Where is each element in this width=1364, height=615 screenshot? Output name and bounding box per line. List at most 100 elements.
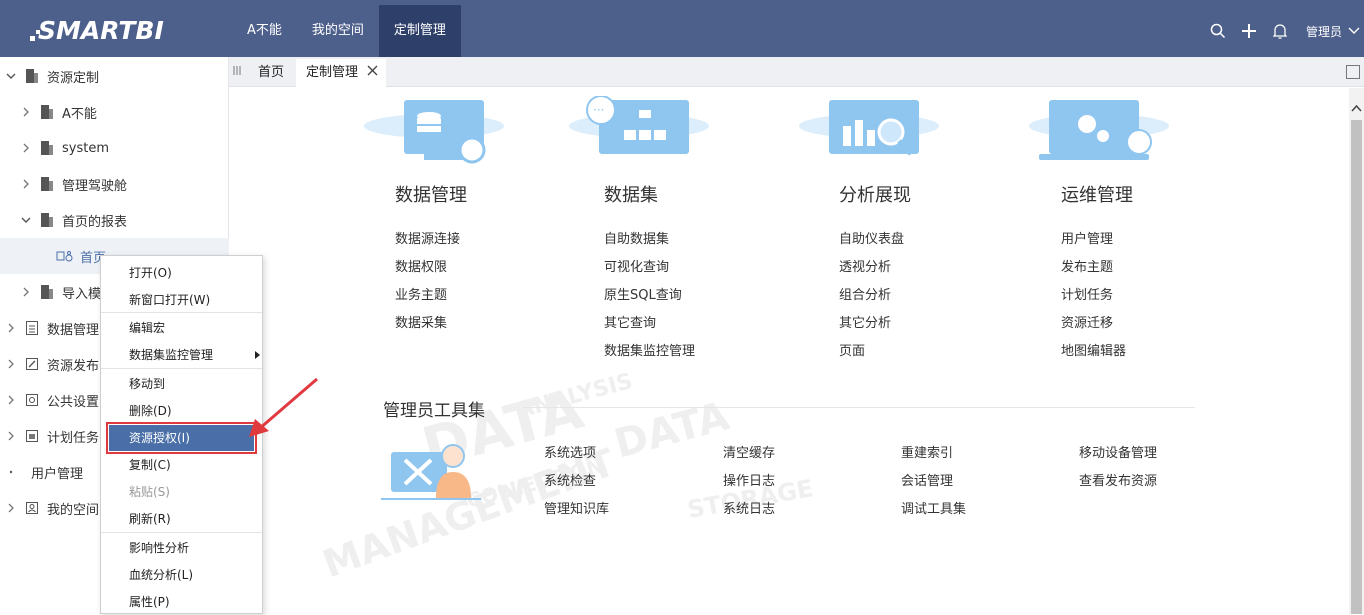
chevron-right-icon[interactable]: [4, 395, 18, 405]
tab-custom-management[interactable]: 定制管理: [296, 59, 387, 87]
chevron-right-icon[interactable]: [4, 323, 18, 333]
user-name: 管理员: [1305, 24, 1342, 39]
menu-item-open[interactable]: 打开(O): [101, 260, 262, 286]
tool-system-options[interactable]: 系统选项: [544, 442, 596, 461]
search-icon[interactable]: [1203, 23, 1234, 39]
link-self-service-dashboard[interactable]: 自助仪表盘: [839, 228, 904, 247]
tool-operation-log[interactable]: 操作日志: [723, 470, 775, 489]
link-user-management[interactable]: 用户管理: [1061, 228, 1113, 247]
menu-item-dataset-monitoring[interactable]: 数据集监控管理: [101, 342, 262, 368]
tree-item-system[interactable]: system: [0, 130, 229, 166]
add-icon[interactable]: [1234, 23, 1265, 39]
link-business-topic[interactable]: 业务主题: [395, 284, 447, 303]
tree-item-label: 首页的报表: [62, 214, 128, 230]
tree-item-home-reports[interactable]: 首页的报表: [0, 202, 229, 238]
maximize-icon[interactable]: [1346, 65, 1360, 79]
menu-separator: [101, 532, 262, 533]
chevron-right-icon[interactable]: [19, 143, 33, 153]
link-pivot-analysis[interactable]: 透视分析: [839, 256, 891, 275]
link-combined-analysis[interactable]: 组合分析: [839, 284, 891, 303]
chevron-right-icon[interactable]: [4, 503, 18, 513]
module-title-data-management: 数据管理: [395, 185, 467, 206]
chevron-down-icon[interactable]: [19, 216, 33, 224]
tree-item-label: 资源发布: [47, 358, 100, 374]
tool-debug-toolset[interactable]: 调试工具集: [901, 498, 966, 517]
nav-item-my-space[interactable]: 我的空间: [297, 5, 379, 57]
section-divider: [523, 407, 1195, 408]
tree-item-a-buneng[interactable]: A不能: [0, 94, 229, 130]
database-folder-icon: [26, 320, 40, 336]
calendar-icon: [26, 428, 40, 444]
tree-item-label: 数据管理: [47, 322, 100, 338]
tool-system-check[interactable]: 系统检查: [544, 470, 596, 489]
menu-item-properties[interactable]: 属性(P): [101, 589, 262, 615]
bell-icon[interactable]: [1265, 23, 1296, 39]
menu-item-edit-macro[interactable]: 编辑宏: [101, 315, 262, 341]
svg-text:SMARTBI: SMARTBI: [38, 16, 164, 45]
link-data-permission[interactable]: 数据权限: [395, 256, 447, 275]
nav-item-custom-management[interactable]: 定制管理: [378, 5, 461, 57]
tree-item-label: 导入模: [62, 286, 102, 302]
close-icon[interactable]: [367, 59, 378, 87]
menu-separator: [101, 312, 262, 313]
link-resource-migration[interactable]: 资源迁移: [1061, 312, 1113, 331]
tool-view-published-resources[interactable]: 查看发布资源: [1079, 470, 1157, 489]
link-data-collection[interactable]: 数据采集: [395, 312, 447, 331]
link-datasource-connection[interactable]: 数据源连接: [395, 228, 460, 247]
scroll-up-icon[interactable]: [1349, 102, 1364, 116]
link-scheduled-tasks[interactable]: 计划任务: [1061, 284, 1113, 303]
folder-icon: [41, 212, 55, 228]
menu-item-open-new-window[interactable]: 新窗口打开(W): [101, 287, 262, 313]
scrollbar-thumb[interactable]: [1351, 120, 1362, 614]
link-page[interactable]: 页面: [839, 340, 865, 359]
link-native-sql-query[interactable]: 原生SQL查询: [604, 284, 682, 303]
chevron-down-icon[interactable]: [4, 72, 18, 80]
link-self-service-dataset[interactable]: 自助数据集: [604, 228, 669, 247]
module-title-analysis: 分析展现: [839, 185, 911, 206]
link-other-analysis[interactable]: 其它分析: [839, 312, 891, 331]
vertical-scrollbar[interactable]: [1349, 88, 1364, 614]
tool-mobile-device-management[interactable]: 移动设备管理: [1079, 442, 1157, 461]
smartbi-logo[interactable]: SMARTBI: [30, 10, 180, 46]
menu-item-copy[interactable]: 复制(C): [101, 452, 262, 478]
menu-item-lineage-analysis[interactable]: 血统分析(L): [101, 562, 262, 588]
tab-list-icon[interactable]: [233, 65, 241, 77]
link-publish-topic[interactable]: 发布主题: [1061, 256, 1113, 275]
link-visual-query[interactable]: 可视化查询: [604, 256, 669, 275]
link-map-editor[interactable]: 地图编辑器: [1061, 340, 1126, 359]
module-title-dataset: 数据集: [604, 185, 658, 206]
nav-item-a-buneng[interactable]: A不能: [232, 5, 297, 57]
tool-clear-cache[interactable]: 清空缓存: [723, 442, 775, 461]
tool-system-log[interactable]: 系统日志: [723, 498, 775, 517]
menu-item-move-to[interactable]: 移动到: [101, 371, 262, 397]
menu-item-label: 数据集监控管理: [129, 348, 214, 362]
svg-text:DATA: DATA: [610, 393, 734, 468]
svg-text:···: ···: [593, 103, 604, 117]
link-other-query[interactable]: 其它查询: [604, 312, 656, 331]
tool-session-management[interactable]: 会话管理: [901, 470, 953, 489]
custom-management-panel: DATA MANAGEMENT ANALYSIS DATA STORAGE CO…: [229, 88, 1349, 614]
chevron-right-icon[interactable]: [19, 287, 33, 297]
tab-home[interactable]: 首页: [248, 59, 294, 87]
bullet-icon: [4, 469, 18, 475]
chevron-right-icon[interactable]: [4, 431, 18, 441]
link-dataset-monitoring[interactable]: 数据集监控管理: [604, 340, 695, 359]
tool-rebuild-index[interactable]: 重建索引: [901, 442, 953, 461]
folder-icon: [41, 104, 55, 120]
menu-item-resource-authorization[interactable]: 资源授权(I): [106, 422, 257, 454]
gear-icon: [26, 392, 40, 408]
chevron-down-icon: [1348, 27, 1360, 34]
tool-knowledge-base[interactable]: 管理知识库: [544, 498, 609, 517]
tree-item-resource-custom[interactable]: 资源定制: [0, 58, 229, 94]
tree-item-label: 计划任务: [47, 430, 100, 446]
user-menu[interactable]: 管理员: [1306, 23, 1364, 40]
chevron-right-icon[interactable]: [19, 107, 33, 117]
menu-item-delete[interactable]: 删除(D): [101, 398, 262, 424]
chevron-right-icon[interactable]: [19, 179, 33, 189]
menu-item-refresh[interactable]: 刷新(R): [101, 506, 262, 532]
tree-item-cockpit[interactable]: 管理驾驶舱: [0, 166, 229, 202]
operations-icon: [1029, 100, 1169, 160]
menu-item-impact-analysis[interactable]: 影响性分析: [101, 535, 262, 561]
chevron-right-icon[interactable]: [4, 359, 18, 369]
folder-icon: [41, 176, 55, 192]
